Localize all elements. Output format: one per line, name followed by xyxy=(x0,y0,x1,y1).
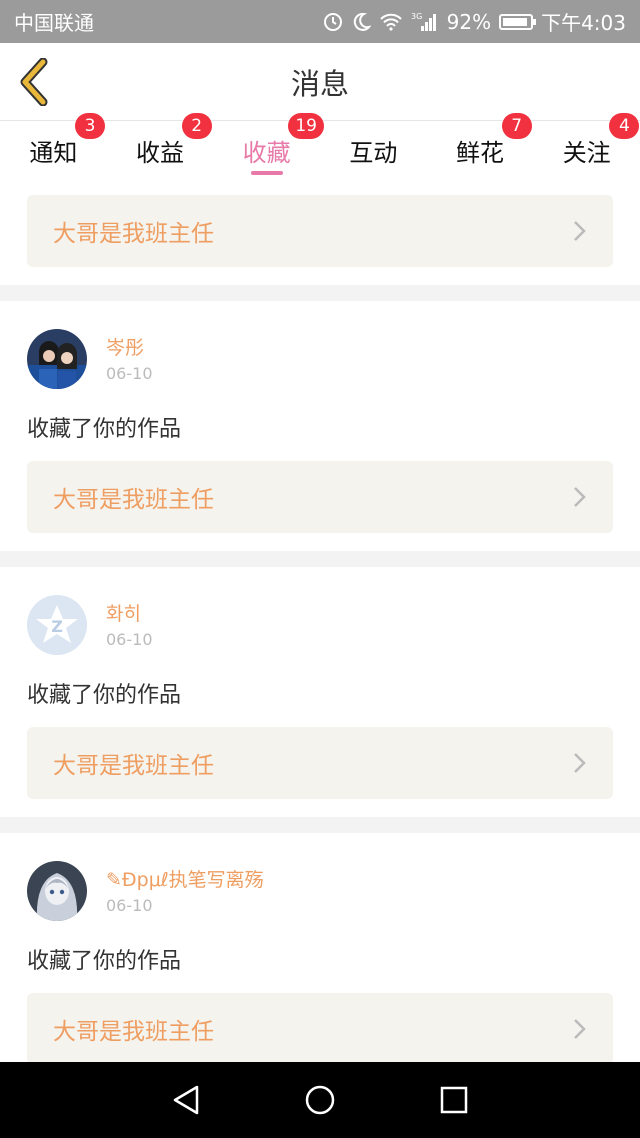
work-card[interactable]: 大哥是我班主任 xyxy=(27,195,613,267)
work-title: 大哥是我班主任 xyxy=(53,487,214,513)
work-title: 大哥是我班主任 xyxy=(53,753,214,779)
tab-4[interactable]: 鲜花 7 xyxy=(427,113,534,179)
action-text: 收藏了你的作品 xyxy=(27,949,182,974)
list-item: Z 화히 06-10 收藏了你的作品大哥是我班主任 xyxy=(0,567,640,817)
tab-label: 鲜花 xyxy=(456,138,505,167)
work-title: 大哥是我班主任 xyxy=(53,1019,214,1045)
tab-label: 收益 xyxy=(136,138,184,167)
item-date: 06-10 xyxy=(106,364,153,383)
chevron-right-icon xyxy=(574,753,586,773)
avatar[interactable] xyxy=(27,329,87,389)
avatar[interactable]: Z xyxy=(27,595,87,655)
favorite-items: 岑彤 06-10 收藏了你的作品 大哥是我班主任 Z 화히 06-10 收藏了你的作品 大哥是我… xyxy=(0,301,640,1062)
user-meta: ✎Ðpμℓ执笔写离殇 06-10 xyxy=(106,861,264,915)
chevron-right-icon xyxy=(574,221,586,241)
user-meta: 화히 06-10 xyxy=(106,595,153,649)
chevron-left-icon xyxy=(20,58,48,106)
action-text: 收藏了你的作品 xyxy=(27,417,182,442)
work-card[interactable]: 大哥是我班主任 xyxy=(27,993,613,1062)
nav-back-button[interactable] xyxy=(171,1084,201,1116)
user-row: Z 화히 06-10 xyxy=(27,567,613,655)
user-row: ✎Ðpμℓ执笔写离殇 06-10 xyxy=(27,833,613,921)
tab-5[interactable]: 关注 4 xyxy=(533,113,640,179)
signal-icon: 3G xyxy=(411,11,439,33)
network-type: 3G xyxy=(411,12,422,21)
battery-icon xyxy=(499,13,537,30)
user-name[interactable]: 岑彤 xyxy=(106,334,153,362)
item-date: 06-10 xyxy=(106,896,153,915)
work-card[interactable]: 大哥是我班主任 xyxy=(27,727,613,799)
back-triangle-icon xyxy=(174,1085,199,1115)
header-bar: 消息 xyxy=(0,43,640,121)
work-title: 大哥是我班主任 xyxy=(53,221,214,247)
unread-badge: 3 xyxy=(75,113,105,139)
work-card[interactable]: 大哥是我班主任 xyxy=(27,461,613,533)
tab-label: 互动 xyxy=(349,138,398,167)
tab-2[interactable]: 收藏 19 xyxy=(213,113,324,179)
list-item: ✎Ðpμℓ执笔写离殇 06-10 收藏了你的作品大哥是我班主任 xyxy=(0,833,640,1062)
message-list: 大哥是我班主任 岑彤 06-10 收藏了你的作品 大哥是我班主任 Z 화히 06-10 收藏了… xyxy=(0,179,640,1062)
battery-percent: 92% xyxy=(446,9,492,34)
chevron-right-icon xyxy=(574,1019,586,1039)
clock: 下午4:03 xyxy=(541,11,626,35)
unread-badge: 19 xyxy=(288,113,324,139)
action-text: 收藏了你的作品 xyxy=(27,683,182,708)
back-button[interactable] xyxy=(14,57,54,107)
status-icons: 3G 92% 下午4:03 xyxy=(323,7,626,36)
active-tab-indicator xyxy=(250,171,283,175)
page-title: 消息 xyxy=(290,66,349,101)
nav-recent-button[interactable] xyxy=(439,1085,469,1115)
nav-home-button[interactable] xyxy=(304,1084,336,1116)
tab-label: 通知 xyxy=(29,138,78,167)
svg-text:Z: Z xyxy=(51,617,63,636)
unread-badge: 2 xyxy=(181,113,212,139)
recent-square-icon xyxy=(440,1086,467,1114)
user-meta: 岑彤 06-10 xyxy=(106,329,153,383)
top-card-section: 大哥是我班主任 xyxy=(0,179,640,285)
user-name[interactable]: ✎Ðpμℓ执笔写离殇 xyxy=(106,866,264,894)
home-circle-icon xyxy=(305,1085,335,1115)
item-date: 06-10 xyxy=(106,630,153,649)
user-name[interactable]: 화히 xyxy=(106,600,153,628)
status-bar: 中国联通 3G 92% 下午4:03 xyxy=(0,0,640,43)
avatar[interactable] xyxy=(27,861,87,921)
list-item: 岑彤 06-10 收藏了你的作品大哥是我班主任 xyxy=(0,301,640,551)
tab-label: 收藏 xyxy=(242,138,291,167)
moon-icon xyxy=(351,12,371,32)
alarm-icon xyxy=(323,12,343,32)
tab-bar: 通知 3 收益 2 收藏 19 互动 鲜花 7 关注 4 xyxy=(0,113,640,179)
chevron-right-icon xyxy=(574,487,586,507)
tab-1[interactable]: 收益 2 xyxy=(107,113,214,179)
unread-badge: 4 xyxy=(609,113,640,139)
carrier-name: 中国联通 xyxy=(14,11,94,35)
user-row: 岑彤 06-10 xyxy=(27,301,613,389)
tab-label: 关注 xyxy=(562,138,611,167)
divider xyxy=(0,817,640,833)
tab-3[interactable]: 互动 xyxy=(320,121,427,179)
system-nav-bar xyxy=(0,1062,640,1138)
unread-badge: 7 xyxy=(501,113,532,139)
divider xyxy=(0,551,640,567)
wifi-icon xyxy=(379,12,403,32)
tab-0[interactable]: 通知 3 xyxy=(0,113,107,179)
divider xyxy=(0,285,640,301)
